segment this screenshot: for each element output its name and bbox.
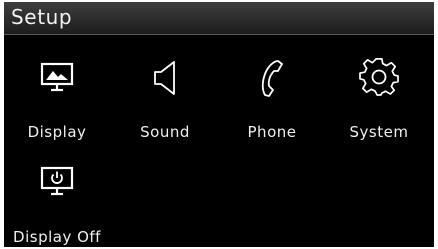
menu-item-display[interactable]: Display	[4, 42, 110, 142]
menu-item-label: System	[349, 123, 409, 141]
menu-item-label: Sound	[140, 123, 190, 141]
header-bar: Setup	[4, 2, 434, 35]
display-icon	[4, 42, 110, 106]
menu-item-label: Phone	[247, 123, 297, 141]
speaker-icon	[112, 42, 218, 106]
menu-item-label: Display Off	[13, 228, 101, 246]
gear-icon	[326, 42, 432, 106]
menu-item-phone[interactable]: Phone	[219, 42, 325, 142]
menu-item-display-off[interactable]: Display Off	[4, 146, 110, 246]
menu-item-label: Display	[27, 123, 87, 141]
phone-icon	[219, 42, 325, 106]
setup-screen: Setup Display Sound Phone System Display…	[4, 2, 434, 247]
page-title: Setup	[11, 5, 73, 29]
menu-item-system[interactable]: System	[326, 42, 432, 142]
display-off-icon	[4, 146, 110, 210]
menu-item-sound[interactable]: Sound	[112, 42, 218, 142]
